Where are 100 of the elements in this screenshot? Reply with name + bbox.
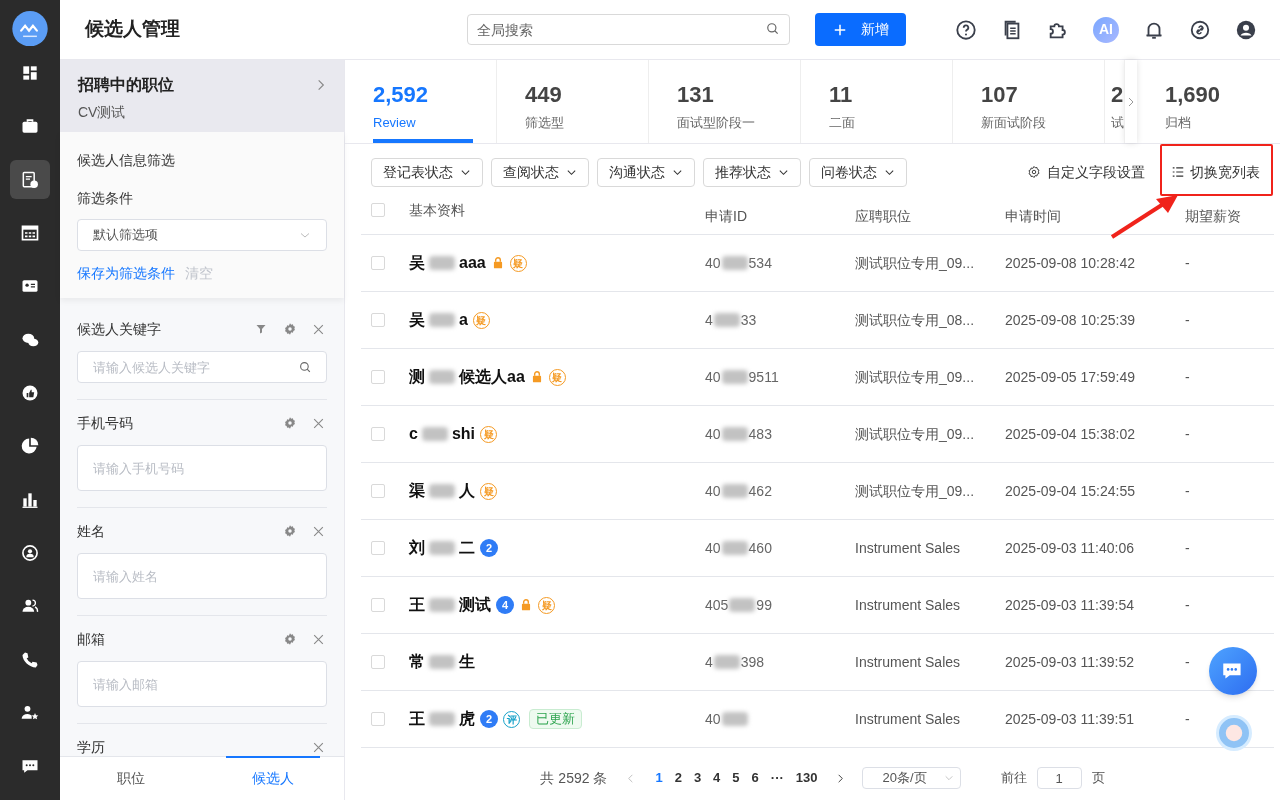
custom-fields-button[interactable]: 自定义字段设置 (1027, 161, 1145, 183)
filter-select[interactable]: 默认筛选项 (77, 219, 327, 251)
redaction-blur (721, 541, 748, 555)
logo-icon[interactable] (12, 11, 48, 47)
settings-icon[interactable] (283, 416, 297, 430)
status-filter-dropdown[interactable]: 沟通状态 (597, 157, 695, 187)
row-checkbox[interactable] (371, 712, 385, 726)
annotation-arrow (1110, 193, 1180, 239)
status-filter-dropdown[interactable]: 推荐状态 (703, 157, 801, 187)
application-id: 483 (748, 424, 772, 444)
add-button[interactable]: 新增 (815, 13, 906, 46)
row-checkbox[interactable] (371, 484, 385, 498)
stage-label: 二面 (829, 114, 856, 132)
stage-tab[interactable]: 107 新面试阶段 (953, 60, 1105, 143)
search-icon (299, 361, 312, 374)
input-field[interactable]: 请输入姓名 (77, 553, 327, 599)
settings-icon[interactable] (283, 524, 297, 538)
goto-suffix: 页 (1091, 769, 1105, 788)
candidate-name: 候选人aa (459, 367, 525, 387)
application-id: 99 (756, 595, 772, 615)
application-time: 2025-09-04 15:24:55 (1005, 483, 1135, 499)
row-checkbox[interactable] (371, 598, 385, 612)
column-header: 基本资料 (409, 201, 465, 220)
close-icon[interactable] (312, 524, 325, 538)
candidate-name: 生 (459, 652, 475, 672)
position-card[interactable]: 招聘中的职位 CV测试 (60, 60, 344, 132)
salary-value: - (1185, 483, 1190, 499)
candidate-name: aaa (459, 253, 486, 273)
count-badge: 2 (480, 710, 498, 728)
page-button[interactable]: 6 (750, 768, 760, 788)
panel-tab[interactable]: 职位 (60, 757, 202, 800)
field-label: 姓名 (77, 521, 106, 541)
page-button[interactable]: ··· (769, 768, 785, 788)
job-title: Instrument Sales (855, 654, 961, 670)
chat-button[interactable] (1209, 647, 1257, 695)
search-field[interactable]: 全局搜索 (467, 14, 790, 45)
save-filter-link[interactable]: 保存为筛选条件 (77, 263, 175, 284)
row-checkbox[interactable] (371, 655, 385, 669)
stage-tab[interactable]: 1,690 归档 (1137, 60, 1280, 143)
page-button[interactable]: 1 (654, 768, 664, 788)
stage-tab[interactable]: 449 筛选型 (497, 60, 649, 143)
row-checkbox[interactable] (371, 203, 385, 217)
list-icon (1171, 165, 1185, 179)
stage-tab[interactable]: 131 面试型阶段一 (649, 60, 801, 143)
stage-count: 107 (981, 81, 1019, 109)
status-filter-dropdown[interactable]: 问卷状态 (809, 157, 907, 187)
redaction-blur (721, 370, 748, 384)
application-id: 534 (748, 253, 772, 273)
status-filter-dropdown[interactable]: 登记表状态 (371, 157, 483, 187)
salary-value: - (1185, 654, 1190, 670)
application-id: 40 (705, 481, 721, 501)
close-icon[interactable] (312, 416, 325, 430)
wide-list-toggle[interactable]: 切换宽列表 (1171, 161, 1260, 183)
page-button[interactable]: 2 (673, 768, 683, 788)
user-avatar-icon[interactable] (1235, 18, 1257, 41)
close-icon[interactable] (312, 632, 325, 646)
link-icon[interactable] (1189, 18, 1211, 41)
candidate-name: c (409, 424, 418, 444)
row-checkbox[interactable] (371, 427, 385, 441)
row-checkbox[interactable] (371, 370, 385, 384)
goto-page-field[interactable]: 1 (1036, 767, 1082, 789)
settings-icon[interactable] (283, 632, 297, 646)
page-button[interactable]: 3 (692, 768, 703, 788)
help-icon[interactable] (955, 18, 977, 41)
nav-button[interactable] (10, 160, 50, 200)
job-title: 测试职位专用_09... (855, 369, 975, 385)
page-size-select[interactable]: 20条/页 (861, 767, 961, 789)
page-button[interactable]: 5 (731, 768, 741, 788)
stage-count: 449 (525, 81, 563, 109)
person-circle-icon (20, 543, 40, 563)
status-filter-dropdown[interactable]: 查阅状态 (491, 157, 589, 187)
filter-icon[interactable] (255, 323, 267, 335)
page-button[interactable]: 4 (712, 768, 722, 788)
application-time: 2025-09-03 11:39:52 (1005, 654, 1134, 670)
column-header: 期望薪资 (1185, 207, 1241, 226)
candidate-name: 吴 (409, 253, 425, 273)
stage-tab[interactable]: 11 二面 (801, 60, 953, 143)
close-icon[interactable] (312, 322, 325, 336)
input-field[interactable]: 请输入候选人关键字 (77, 351, 327, 383)
input-field[interactable]: 请输入手机号码 (77, 445, 327, 491)
panel-tab[interactable]: 候选人 (202, 757, 344, 800)
stage-tab[interactable]: 2,592 Review (345, 60, 497, 143)
count-badge: 4 (496, 596, 514, 614)
application-time: 2025-09-05 17:59:49 (1005, 369, 1135, 385)
field-label: 候选人关键字 (77, 319, 162, 339)
candidate-name: 刘 (409, 538, 425, 558)
caret-icon (943, 773, 954, 783)
stage-label: Review (373, 114, 417, 132)
candidate-name: 渠 (409, 481, 425, 501)
row-checkbox[interactable] (371, 541, 385, 555)
row-checkbox[interactable] (371, 313, 385, 327)
page-button[interactable]: 130 (794, 768, 819, 788)
settings-icon[interactable] (283, 322, 297, 336)
candidate-name: 虎 (459, 709, 475, 729)
close-icon[interactable] (312, 740, 325, 754)
input-field[interactable]: 请输入邮箱 (77, 661, 327, 707)
calendar-icon (20, 223, 40, 244)
row-checkbox[interactable] (371, 256, 385, 270)
application-id: 398 (740, 652, 765, 672)
application-id: 460 (748, 538, 772, 558)
